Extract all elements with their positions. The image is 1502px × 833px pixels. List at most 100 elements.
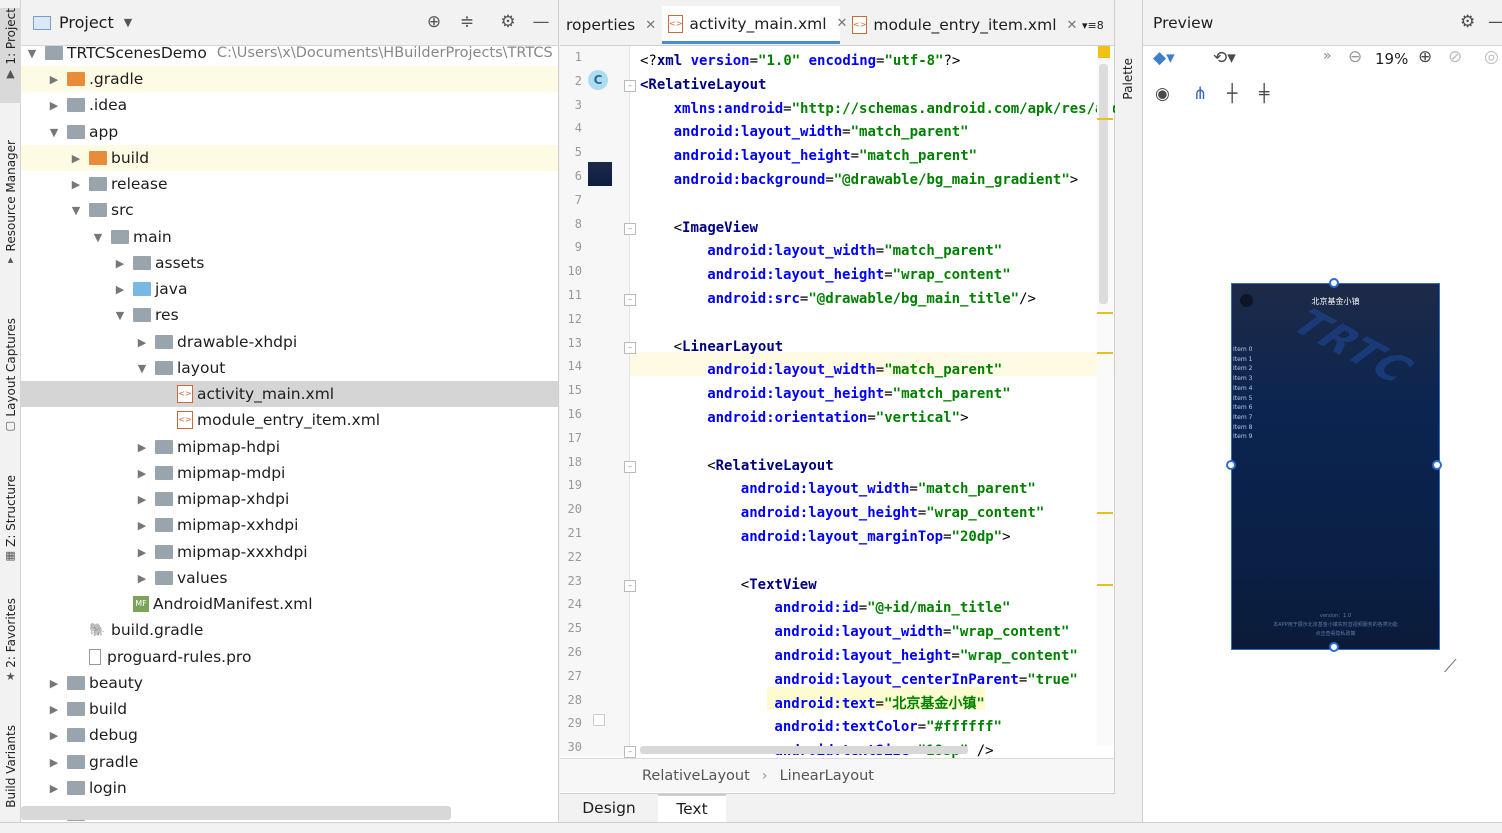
layers-icon[interactable]: ◆▾ <box>1153 48 1175 68</box>
tree-row[interactable]: ▶ mipmap-xxxhdpi <box>21 539 558 565</box>
chevron-right-icon[interactable]: ▶ <box>135 467 149 480</box>
tab-activity-main[interactable]: <> activity_main.xml ✕ <box>662 6 847 44</box>
palette-tab[interactable]: Palette <box>1121 58 1139 128</box>
list-item[interactable]: Item 1 <box>1233 356 1252 363</box>
breadcrumb-item[interactable]: RelativeLayout <box>642 768 750 784</box>
warning-mark[interactable] <box>1097 352 1113 354</box>
tree-row[interactable]: ▶ release <box>21 171 558 197</box>
tree-row[interactable]: ▶ values <box>21 565 558 591</box>
tree-row[interactable]: ▶ .gradle <box>21 66 558 92</box>
chevron-right-icon[interactable]: ▶ <box>47 729 61 742</box>
resize-handle[interactable] <box>1329 642 1339 652</box>
chevron-right-icon[interactable]: ▶ <box>47 782 61 795</box>
chevron-down-icon[interactable]: ▼ <box>69 204 83 217</box>
resize-handle[interactable] <box>1226 460 1236 470</box>
tab-design[interactable]: Design <box>560 794 658 822</box>
chevron-right-icon[interactable]: ▶ <box>47 703 61 716</box>
tree-row[interactable]: proguard-rules.pro <box>21 644 558 670</box>
tree-row[interactable]: ▼ layout <box>21 355 558 381</box>
refresh-icon[interactable]: ◎ <box>1484 47 1499 67</box>
chevron-down-icon[interactable]: ▼ <box>47 126 61 139</box>
tree-row[interactable]: ▶ mipmap-xxhdpi <box>21 512 558 538</box>
hide-icon[interactable]: — <box>1488 12 1502 32</box>
list-item[interactable]: Item 6 <box>1233 404 1252 411</box>
zoom-in-icon[interactable]: ⊕ <box>1418 47 1432 67</box>
list-item[interactable]: Item 8 <box>1233 424 1252 431</box>
tree-row[interactable]: ▶ gradle <box>21 749 558 775</box>
tree-row[interactable]: ▶ mipmap-hdpi <box>21 434 558 460</box>
warning-icon[interactable] <box>1098 46 1110 58</box>
chevron-right-icon[interactable]: ▶ <box>113 257 127 270</box>
chevron-right-icon[interactable]: ▶ <box>47 73 61 86</box>
editor-scroll-thumb[interactable] <box>1099 64 1108 304</box>
list-item[interactable]: Item 3 <box>1233 375 1252 382</box>
class-marker-icon[interactable]: C <box>588 70 608 90</box>
breadcrumb-item[interactable]: LinearLayout <box>780 768 874 784</box>
baseline-icon[interactable]: ┼ <box>1227 84 1237 104</box>
gear-icon[interactable]: ⚙ <box>497 12 519 32</box>
chevron-right-icon[interactable]: ▶ <box>135 493 149 506</box>
gear-icon[interactable]: ⚙ <box>1460 12 1475 32</box>
tree-row[interactable]: ▶ mipmap-mdpi <box>21 460 558 486</box>
fold-marker-icon[interactable]: – <box>624 341 636 354</box>
horizontal-scrollbar[interactable] <box>21 806 451 820</box>
tree-row[interactable]: ▼ app <box>21 119 558 145</box>
tree-row[interactable]: <> activity_main.xml <box>21 381 558 407</box>
resize-corner-icon[interactable]: ⟋ <box>1444 656 1457 677</box>
tab-module-entry-item[interactable]: <> module_entry_item.xml ✕ <box>846 6 1077 44</box>
chevron-down-icon[interactable]: ▼ <box>135 362 149 375</box>
chevron-right-icon[interactable]: ▶ <box>69 152 83 165</box>
gradient-swatch-icon[interactable] <box>588 162 612 186</box>
tree-row[interactable]: ▶ mipmap-xhdpi <box>21 486 558 512</box>
chevron-down-icon[interactable]: ▼ <box>25 47 39 60</box>
chevron-right-icon[interactable]: ▶ <box>135 572 149 585</box>
chevron-right-icon[interactable]: ▶ <box>113 283 127 296</box>
fold-marker-icon[interactable]: – <box>624 222 636 235</box>
chevron-down-icon[interactable]: ▼ <box>113 309 127 322</box>
fold-marker-icon[interactable]: – <box>624 294 636 306</box>
chevron-right-icon[interactable]: ▶ <box>47 99 61 112</box>
list-item[interactable]: Item 5 <box>1233 395 1252 402</box>
tree-row[interactable]: <> module_entry_item.xml <box>21 407 558 433</box>
resize-handle[interactable] <box>1432 460 1442 470</box>
editor-h-scrollbar[interactable] <box>640 746 968 754</box>
list-item[interactable]: Item 7 <box>1233 414 1252 421</box>
close-icon[interactable]: ✕ <box>645 18 656 33</box>
color-swatch-icon[interactable] <box>593 714 605 726</box>
warning-mark[interactable] <box>1097 584 1113 586</box>
tab-project[interactable]: 1: Project ▲ <box>0 8 21 103</box>
list-item[interactable]: Item 2 <box>1233 365 1252 372</box>
magnet-icon[interactable]: ⋔ <box>1193 84 1207 104</box>
warning-mark[interactable] <box>1097 118 1113 120</box>
eye-icon[interactable]: ◉ <box>1155 84 1170 104</box>
tab-text[interactable]: Text <box>658 794 726 822</box>
hide-icon[interactable]: — <box>530 12 552 32</box>
target-icon[interactable]: ⊕ <box>423 12 445 32</box>
zoom-out-icon[interactable]: ⊖ <box>1348 47 1362 67</box>
fold-marker-icon[interactable]: – <box>624 746 636 759</box>
resize-handle[interactable] <box>1329 278 1339 288</box>
tree-row[interactable]: ▼ res <box>21 302 558 328</box>
chevron-down-icon[interactable]: ▼ <box>91 231 105 244</box>
tree-row[interactable]: ▼ TRTCScenesDemo C:\Users\x\Documents\HBui… <box>21 40 558 66</box>
tab-layout-captures[interactable]: Layout Captures ▢ <box>0 318 21 443</box>
guideline-icon[interactable]: ╪ <box>1259 84 1269 104</box>
tab-overflow[interactable]: ▾≡ 8 <box>1076 6 1112 44</box>
warning-mark[interactable] <box>1097 512 1113 514</box>
chevron-right-icon[interactable]: ▶ <box>47 756 61 769</box>
tree-row[interactable]: ▶ .idea <box>21 92 558 118</box>
warning-mark[interactable] <box>1097 312 1113 314</box>
tree-row[interactable]: ▶ debug <box>21 722 558 748</box>
chevron-right-icon[interactable]: ▶ <box>47 677 61 690</box>
tree-row[interactable]: ▼ src <box>21 197 558 223</box>
fold-marker-icon[interactable]: – <box>624 460 636 473</box>
tree-row[interactable]: MF AndroidManifest.xml <box>21 591 558 617</box>
tree-row[interactable]: ▶ drawable-xhdpi <box>21 329 558 355</box>
fold-marker-icon[interactable]: – <box>624 79 636 92</box>
tab-favorites[interactable]: 2: Favorites ★ <box>0 598 21 693</box>
collapse-all-icon[interactable]: ≑ <box>456 12 478 32</box>
chevron-right-icon[interactable]: ▶ <box>135 519 149 532</box>
tree-row[interactable]: ▶ beauty <box>21 670 558 696</box>
zoom-fit-icon[interactable]: ⊘ <box>1448 47 1462 67</box>
tree-row[interactable]: ▶ java <box>21 276 558 302</box>
